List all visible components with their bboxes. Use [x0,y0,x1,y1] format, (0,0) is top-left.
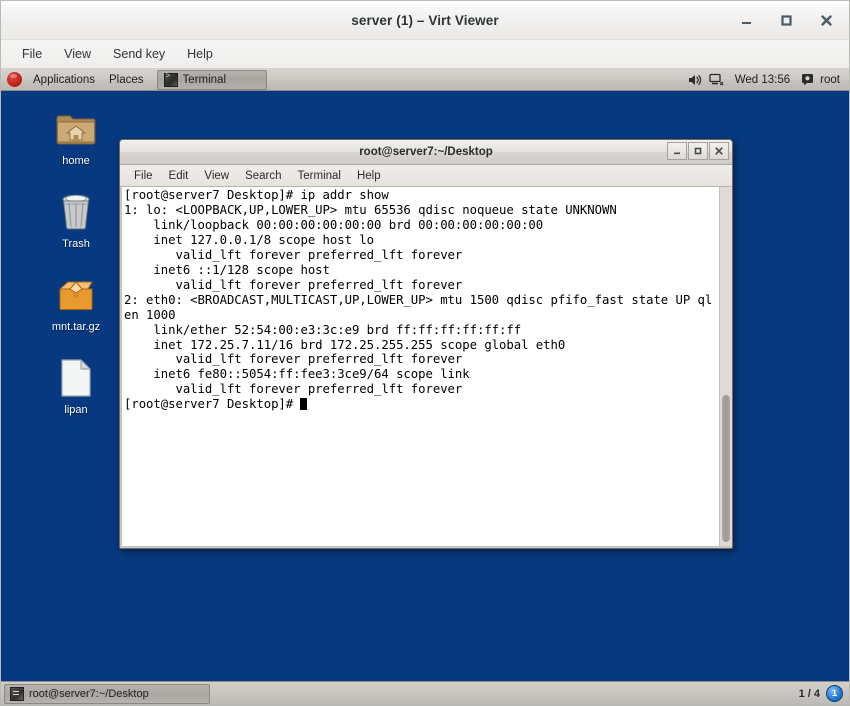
panel-tray-section: Wed 13:56 root [687,69,849,91]
terminal-menu-terminal[interactable]: Terminal [290,168,349,184]
workspace-indicator[interactable]: 1 / 4 [799,688,820,700]
virt-viewer-window-controls [733,1,839,39]
close-button[interactable] [709,142,729,160]
workspace-badge[interactable]: 1 [826,685,843,702]
desktop-icon-list: home Trash mnt.tar.gz lipan [41,107,111,439]
close-button[interactable] [813,7,839,33]
fedora-logo-icon[interactable] [7,72,22,87]
terminal-output[interactable]: [root@server7 Desktop]# ip addr show 1: … [122,187,719,546]
menu-item-send-key[interactable]: Send key [102,44,176,64]
taskbar-item-terminal[interactable]: root@server7:~/Desktop [4,683,210,704]
panel-left-section: Applications Places Terminal [1,69,267,91]
terminal-menu-view[interactable]: View [196,168,237,184]
terminal-titlebar[interactable]: root@server7:~/Desktop [120,140,732,165]
terminal-icon [163,72,178,87]
gnome-top-panel: Applications Places Terminal [1,69,849,91]
terminal-menu-file[interactable]: File [126,168,161,184]
minimize-button[interactable] [733,7,759,33]
virt-viewer-title: server (1) – Virt Viewer [351,12,499,28]
terminal-menubar: File Edit View Search Terminal Help [120,165,732,187]
terminal-scrollbar-thumb[interactable] [722,395,730,543]
desktop-icon-label: home [62,155,90,167]
desktop-icon-label: lipan [64,404,88,416]
menu-item-view[interactable]: View [53,44,102,64]
maximize-button[interactable] [688,142,708,160]
trash-icon [52,190,100,234]
menu-item-help[interactable]: Help [176,44,224,64]
network-icon[interactable] [708,71,726,89]
home-folder-icon [52,107,100,151]
desktop-icon-label: Trash [62,238,90,250]
window-list-item-terminal[interactable]: Terminal [156,69,267,90]
terminal-output-text: [root@server7 Desktop]# ip addr show 1: … [124,188,713,397]
desktop-icon-mnt-tar-gz[interactable]: mnt.tar.gz [41,273,111,334]
places-menu[interactable]: Places [102,69,151,91]
terminal-menu-edit[interactable]: Edit [161,168,197,184]
terminal-scrollbar[interactable] [719,187,732,546]
desktop-icon-trash[interactable]: Trash [41,190,111,251]
terminal-title: root@server7:~/Desktop [359,146,493,158]
terminal-cursor [300,398,308,411]
desktop-icon-lipan[interactable]: lipan [41,356,111,417]
terminal-prompt: [root@server7 Desktop]# [124,397,301,412]
terminal-icon [10,686,24,701]
taskbar-item-label: root@server7:~/Desktop [29,687,149,700]
virt-viewer-titlebar: server (1) – Virt Viewer [1,1,849,40]
archive-icon [52,273,100,317]
virt-viewer-menubar: File View Send key Help [1,40,849,69]
minimize-button[interactable] [667,142,687,160]
applications-menu[interactable]: Applications [26,69,102,91]
terminal-menu-search[interactable]: Search [237,168,289,184]
gnome-bottom-taskbar: root@server7:~/Desktop 1 / 4 1 [1,681,849,705]
volume-icon[interactable] [687,71,705,89]
panel-user-label[interactable]: root [820,74,842,86]
maximize-button[interactable] [773,7,799,33]
terminal-menu-help[interactable]: Help [349,168,389,184]
desktop-icon-home[interactable]: home [41,107,111,168]
menu-item-file[interactable]: File [11,44,53,64]
document-icon [52,356,100,400]
panel-clock[interactable]: Wed 13:56 [729,72,796,88]
taskbar-right-section: 1 / 4 1 [799,685,849,702]
guest-desktop: Applications Places Terminal [1,69,849,705]
terminal-body[interactable]: [root@server7 Desktop]# ip addr show 1: … [120,187,732,548]
terminal-window: root@server7:~/Desktop File Edit View Se… [119,139,733,549]
window-list-item-label: Terminal [182,73,227,86]
terminal-window-controls [667,142,729,160]
desktop-icon-label: mnt.tar.gz [51,321,101,333]
user-icon[interactable] [799,71,817,89]
virt-viewer-window: server (1) – Virt Viewer File View Send … [0,0,850,706]
